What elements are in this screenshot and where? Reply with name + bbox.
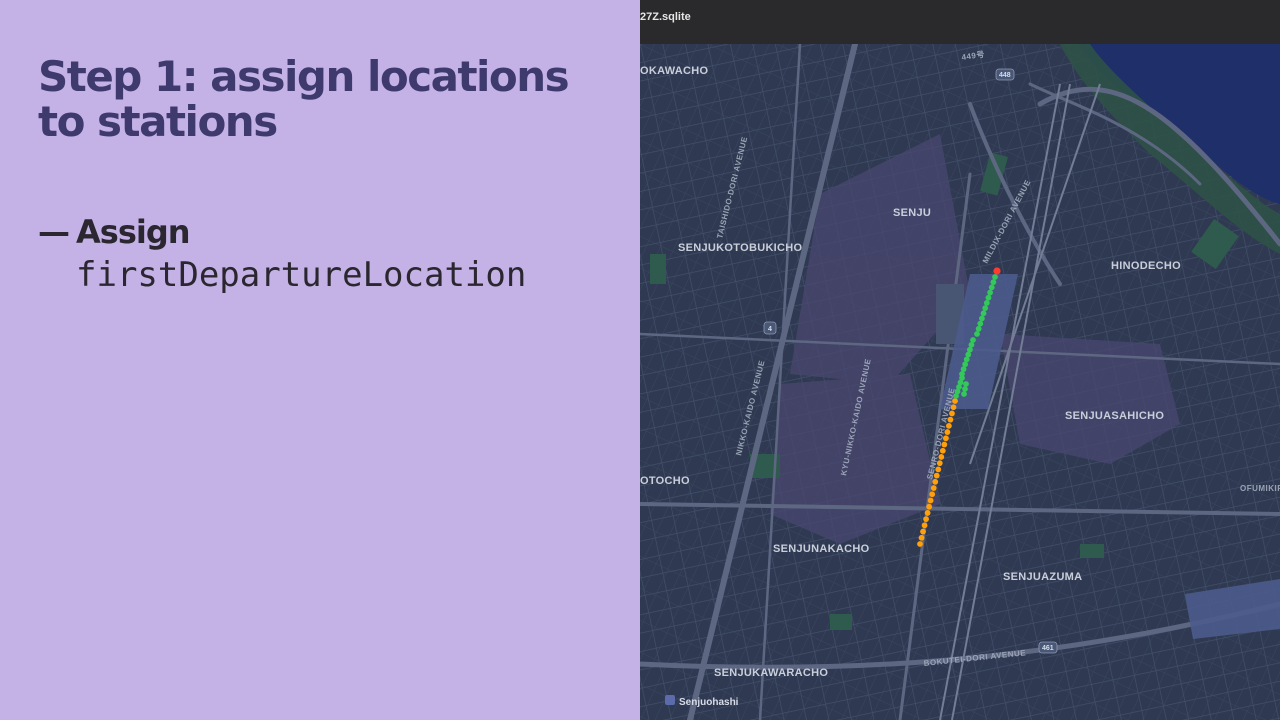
track-point [929,491,936,498]
area-label-hinodecho: HINODECHO [1111,260,1181,272]
track-point [992,274,998,280]
track-point [962,386,968,392]
bullet-dash: — [38,213,70,251]
start-point [993,267,1001,275]
track-point [920,528,926,535]
track-point [926,503,933,510]
train-station-icon [665,695,675,705]
track-point [987,289,993,296]
track-point [977,320,984,327]
track-point [927,497,934,504]
track-point [921,522,928,529]
map-view[interactable]: OKAWACHO SENJU SENJUKOTOBUKICHO HINODECH… [640,44,1280,720]
track-point [923,516,929,523]
track-point [990,279,997,286]
track-point [980,310,987,317]
area-label-senjukotobukicho: SENJUKOTOBUKICHO [678,242,803,254]
area-label-senjunakacho: SENJUNAKACHO [773,543,870,555]
track-point [975,325,982,332]
track-point [930,485,937,491]
track-point [988,284,995,291]
bullet-code: firstDepartureLocation [76,255,527,295]
area-label-ofumikir: OFUMIKIR [1240,484,1280,493]
track-point [983,300,990,306]
track-point [917,541,923,547]
app-window: 27Z.sqlite OKAWACHO SENJU SENJUKOTOBUKIC… [640,0,1280,720]
shield-461: 461 [1042,645,1054,652]
track-point [963,381,969,387]
area-label-okawacho: OKAWACHO [640,65,709,77]
area-label-otocho: OTOCHO [640,475,690,487]
track-point [985,294,992,301]
track-point [974,331,980,337]
slide-title: Step 1: assign locations to stations [38,52,570,146]
window-title: 27Z.sqlite [640,11,691,23]
shield-448: 448 [999,72,1011,79]
track-point [979,315,985,322]
track-point [982,305,989,311]
shield-4: 4 [768,326,772,333]
track-point [924,510,931,516]
area-label-senjukawaracho: SENJUKAWARACHO [714,667,828,679]
slide-text-panel: Step 1: assign locations to stations — A… [0,0,640,720]
bullet-text: Assign [76,213,191,251]
area-label-senjuasahicho: SENJUASAHICHO [1065,410,1164,422]
window-titlebar[interactable]: 27Z.sqlite [640,0,1280,45]
area-label-senjuazuma: SENJUAZUMA [1003,571,1082,583]
area-label-senju: SENJU [893,207,931,219]
poi-label-senjuohashi: Senjuohashi [679,697,739,708]
track-point [961,391,967,397]
track-point [918,534,925,541]
